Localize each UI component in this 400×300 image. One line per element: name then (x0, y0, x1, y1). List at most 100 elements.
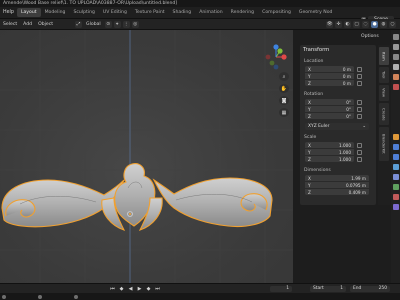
chevron-down-icon: ⌄ (362, 124, 366, 129)
dimensions-y-field[interactable]: Y 0.0795 m (305, 182, 369, 188)
end-frame-field[interactable]: End 250 (350, 285, 390, 292)
tab-tool[interactable]: Tool (379, 67, 389, 83)
location-y-value: 0 m (342, 73, 351, 79)
current-frame-field[interactable]: 1 (270, 285, 292, 292)
tab-shading[interactable]: Shading (169, 8, 196, 17)
scale-x-field[interactable]: X 1.000 (305, 142, 354, 148)
dimensions-label: Dimensions (304, 168, 331, 173)
material-properties-icon[interactable] (392, 194, 399, 200)
overlays-icon[interactable]: ◐ (344, 20, 351, 28)
3d-viewport[interactable]: ⌕ ✋ ◙ ▦ (0, 30, 293, 285)
zoom-icon[interactable]: ⌕ (279, 72, 289, 81)
transform-orientation-dropdown[interactable]: Global (83, 22, 104, 27)
gizmo-toggle-icon[interactable]: ✣ (335, 20, 342, 28)
end-frame-value: 250 (378, 286, 387, 291)
lock-rotation-x-icon[interactable] (357, 99, 362, 105)
data-properties-icon[interactable] (392, 184, 399, 190)
proportional-edit-icon[interactable]: ◎ (131, 20, 139, 28)
render-properties-icon[interactable] (392, 44, 399, 50)
play-reverse-icon[interactable]: ◀ (127, 286, 134, 292)
lock-location-x-icon[interactable] (357, 66, 362, 72)
object-properties-icon[interactable] (392, 134, 399, 140)
shading-material-icon[interactable]: ◍ (380, 20, 387, 28)
lock-scale-x-icon[interactable] (357, 142, 362, 148)
tab-rendering[interactable]: Rendering (227, 8, 258, 17)
tab-uv-editing[interactable]: UV Editing (99, 8, 131, 17)
snap-icon[interactable]: ⌖ (113, 20, 121, 28)
navigation-gizmo[interactable] (263, 44, 289, 70)
lock-rotation-y-icon[interactable] (357, 106, 362, 112)
axis-x-label: X (308, 175, 311, 181)
viewport-header: Select Add Object ⤢ Global ⊙ ⌖ ⋮ ◎ 👁 ✣ ◐… (0, 19, 400, 30)
dimensions-z-field[interactable]: Z 0.409 m (305, 189, 369, 195)
xray-icon[interactable]: ▢ (353, 20, 360, 28)
window-title: Amende\Wood Base relief\1. TO UPLOAD\A03… (3, 1, 178, 6)
snap-target-icon[interactable]: ⋮ (122, 20, 130, 28)
tab-texture-paint[interactable]: Texture Paint (131, 8, 169, 17)
modifier-properties-icon[interactable] (392, 144, 399, 150)
prev-keyframe-icon[interactable]: ◆ (118, 286, 125, 292)
menu-select[interactable]: Select (0, 22, 20, 27)
tab-blenderkit[interactable]: BlenderKit (379, 127, 389, 161)
location-y-field[interactable]: Y 0 m (305, 73, 354, 79)
lock-location-y-icon[interactable] (357, 73, 362, 79)
wood-relief-object[interactable] (0, 30, 293, 285)
lock-rotation-z-icon[interactable] (357, 113, 362, 119)
tab-animation[interactable]: Animation (195, 8, 226, 17)
rotation-x-value: 0° (346, 99, 351, 105)
scale-z-field[interactable]: Z 1.000 (305, 156, 354, 162)
scene-properties-icon[interactable] (392, 74, 399, 80)
lock-scale-y-icon[interactable] (357, 149, 362, 155)
tab-create[interactable]: Create (379, 103, 389, 125)
camera-view-icon[interactable]: ◙ (279, 96, 289, 105)
view-object-types-icon[interactable]: 👁 (326, 20, 333, 28)
options-dropdown[interactable]: Options (361, 34, 379, 39)
pivot-point-icon[interactable]: ⊙ (104, 20, 112, 28)
tab-modeling[interactable]: Modeling (41, 8, 70, 17)
shading-rendered-icon[interactable]: ○ (389, 20, 396, 28)
constraints-properties-icon[interactable] (392, 174, 399, 180)
tool-properties-icon[interactable] (392, 34, 399, 40)
tab-layout[interactable]: Layout (16, 8, 41, 17)
particles-properties-icon[interactable] (392, 154, 399, 160)
rotation-z-field[interactable]: Z 0° (305, 113, 354, 119)
menu-object[interactable]: Object (35, 22, 56, 27)
shading-wireframe-icon[interactable]: ◌ (362, 20, 369, 28)
properties-tab-strip (391, 30, 400, 285)
scale-y-value: 1.000 (339, 149, 351, 155)
next-keyframe-icon[interactable]: ◆ (145, 286, 152, 292)
lock-scale-z-icon[interactable] (357, 156, 362, 162)
dimensions-y-value: 0.0795 m (345, 182, 366, 188)
lock-location-z-icon[interactable] (357, 80, 362, 86)
scale-y-field[interactable]: Y 1.000 (305, 149, 354, 155)
jump-start-icon[interactable]: ⏮ (109, 286, 116, 292)
dimensions-x-value: 1.99 m (351, 175, 366, 181)
axis-y-label: Y (308, 182, 311, 188)
location-x-field[interactable]: X 0 m (305, 66, 354, 72)
texture-properties-icon[interactable] (392, 204, 399, 210)
pan-hand-icon[interactable]: ✋ (279, 84, 289, 93)
jump-end-icon[interactable]: ⏭ (154, 286, 161, 292)
menu-add[interactable]: Add (20, 22, 35, 27)
location-z-field[interactable]: Z 0 m (305, 80, 354, 86)
tab-sculpting[interactable]: Sculpting (69, 8, 98, 17)
rotation-mode-dropdown[interactable]: XYZ Euler ⌄ (305, 123, 369, 130)
perspective-grid-icon[interactable]: ▦ (279, 108, 289, 117)
tab-view[interactable]: View (379, 85, 389, 101)
rotation-x-field[interactable]: X 0° (305, 99, 354, 105)
tab-compositing[interactable]: Compositing (258, 8, 295, 17)
tab-geometry-nodes[interactable]: Geometry Nod (295, 8, 337, 17)
view-layer-properties-icon[interactable] (392, 64, 399, 70)
output-properties-icon[interactable] (392, 54, 399, 60)
start-frame-field[interactable]: Start 1 (310, 285, 346, 292)
dimensions-x-field[interactable]: X 1.99 m (305, 175, 369, 181)
menu-help[interactable]: Help (0, 10, 17, 15)
axis-y-label: Y (308, 106, 311, 112)
play-icon[interactable]: ▶ (136, 286, 143, 292)
world-properties-icon[interactable] (392, 84, 399, 90)
tab-item[interactable]: Item (379, 47, 389, 65)
rotation-y-field[interactable]: Y 0° (305, 106, 354, 112)
orientation-icon[interactable]: ⤢ (75, 20, 83, 28)
physics-properties-icon[interactable] (392, 164, 399, 170)
shading-solid-icon[interactable]: ● (371, 20, 378, 28)
